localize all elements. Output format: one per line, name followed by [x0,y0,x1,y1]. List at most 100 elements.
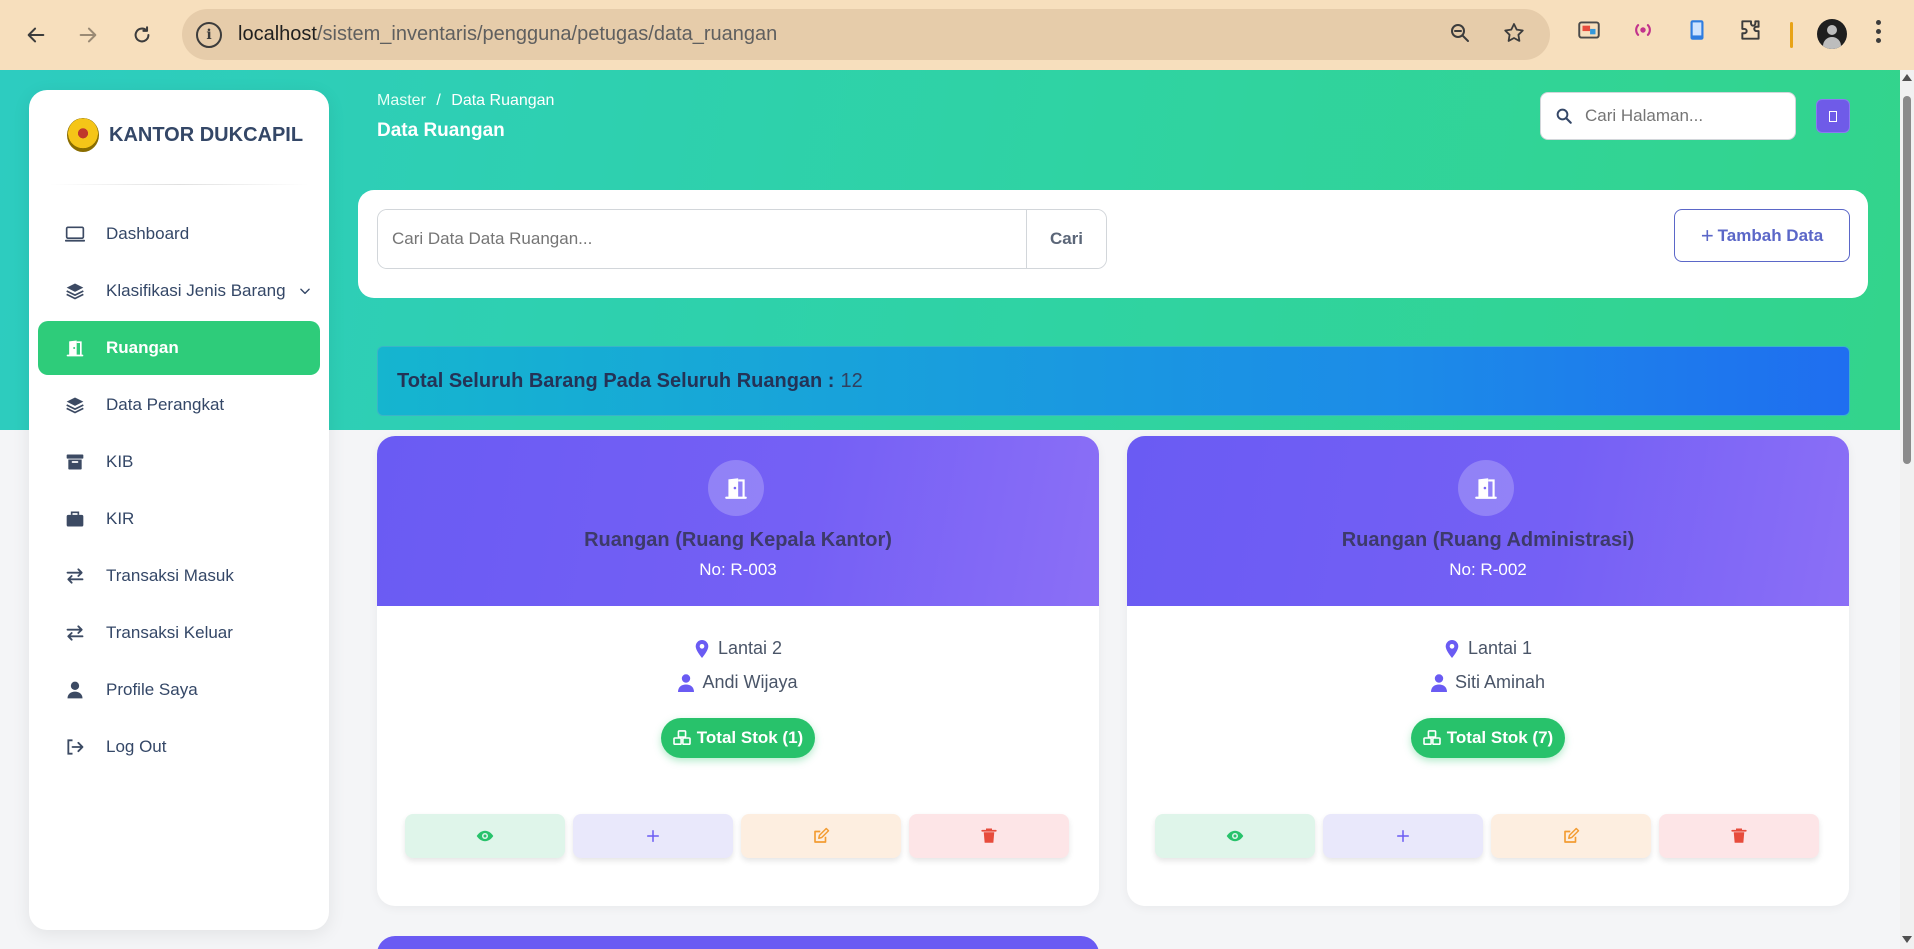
scroll-down-icon[interactable] [1902,936,1912,943]
sidebar-item-label: Transaksi Keluar [106,623,233,642]
page-search-input[interactable] [1585,106,1765,126]
plus-icon [647,830,659,842]
user-icon [1430,673,1447,692]
room-card-header: Ruangan (Ruang Administrasi) No: R-002 [1127,436,1849,606]
cast-extension-icon[interactable] [1576,17,1602,43]
edit-icon [1564,827,1580,843]
reload-icon[interactable] [120,13,164,57]
edit-icon [814,827,830,843]
forward-icon[interactable] [66,13,110,57]
page-search[interactable] [1540,92,1796,140]
scrollbar-thumb[interactable] [1903,96,1911,464]
delete-button[interactable] [909,814,1069,858]
sidebar-item-kir[interactable]: KIR [38,492,320,546]
brand[interactable]: KANTOR DUKCAPIL [67,118,303,152]
address-bar[interactable]: i localhost/sistem_inventaris/pengguna/p… [182,9,1550,60]
header-action-button[interactable] [1816,99,1850,133]
sidebar-item-label: Klasifikasi Jenis Barang [106,281,286,300]
room-floor: Lantai 1 [1127,638,1849,659]
square-icon [1829,110,1837,122]
sidebar-item-transaksi-masuk[interactable]: Transaksi Masuk [38,549,320,603]
logout-icon [64,736,86,758]
briefcase-icon [64,508,86,530]
monitor-icon [64,223,86,245]
door-icon [64,337,86,359]
sidebar-menu: Dashboard Klasifikasi Jenis Barang Ruang… [38,207,320,777]
room-floor-text: Lantai 1 [1467,638,1533,658]
bookmark-star-icon[interactable] [1502,21,1526,45]
page-scrollbar[interactable] [1900,70,1914,949]
total-stock-button[interactable]: Total Stok (7) [1411,718,1565,758]
plus-icon: + [1700,222,1714,248]
room-person-text: Siti Aminah [1454,672,1546,692]
sidebar-item-klasifikasi[interactable]: Klasifikasi Jenis Barang [38,264,320,318]
room-search-group: Cari [377,209,1107,269]
room-title: Ruangan (Ruang Administrasi) [1341,529,1635,551]
user-icon [64,679,86,701]
sidebar-divider [49,184,309,185]
brand-name: KANTOR DUKCAPIL [109,123,304,146]
room-card-partial [377,936,1099,949]
breadcrumb-root[interactable]: Master [377,92,426,109]
sidebar-item-kib[interactable]: KIB [38,435,320,489]
room-person-text: Andi Wijaya [702,672,798,692]
user-icon [678,673,695,692]
room-card: Ruangan (Ruang Kepala Kantor) No: R-003 … [377,436,1099,906]
edit-button[interactable] [741,814,901,858]
trash-icon [981,828,997,843]
sidebar-item-label: KIR [106,509,135,528]
site-info-icon[interactable]: i [196,21,222,48]
sidebar-item-transaksi-keluar[interactable]: Transaksi Keluar [38,606,320,660]
view-button[interactable] [1155,814,1315,858]
search-button[interactable]: Cari [1026,210,1106,268]
phone-extension-icon[interactable] [1684,17,1710,43]
broadcast-extension-icon[interactable] [1630,17,1656,43]
sidebar-item-data-perangkat[interactable]: Data Perangkat [38,378,320,432]
sidebar-item-label: KIB [106,452,134,471]
cubes-icon [672,730,691,746]
puzzle-extensions-icon[interactable] [1738,17,1764,43]
sidebar-item-label: Profile Saya [106,680,198,699]
back-icon[interactable] [14,13,58,57]
add-item-button[interactable] [1323,814,1483,858]
brand-logo [67,118,99,152]
sidebar: KANTOR DUKCAPIL Dashboard Klasifikasi Je… [29,90,329,930]
url-path: /sistem_inventaris/pengguna/petugas/data… [316,23,778,45]
add-item-button[interactable] [573,814,733,858]
profile-avatar[interactable] [1817,19,1847,49]
browser-menu-icon[interactable] [1876,20,1882,43]
delete-button[interactable] [1659,814,1819,858]
scroll-up-icon[interactable] [1902,74,1912,81]
zoom-icon[interactable] [1448,21,1472,45]
add-data-button[interactable]: + Tambah Data [1674,209,1850,262]
total-stock-label: Total Stok (1) [696,728,804,747]
room-title: Ruangan (Ruang Kepala Kantor) [584,529,892,551]
view-button[interactable] [405,814,565,858]
total-items-label: Total Seluruh Barang Pada Seluruh Ruanga… [397,369,835,392]
sidebar-item-dashboard[interactable]: Dashboard [38,207,320,261]
page-title: Data Ruangan [377,120,505,141]
room-number: No: R-002 [1449,560,1527,579]
room-search-input[interactable] [378,210,1026,268]
trash-icon [1731,828,1747,843]
search-icon [1556,108,1572,124]
sidebar-item-label: Log Out [106,737,167,756]
toolbar-divider [1790,22,1793,48]
door-icon [1458,460,1514,516]
total-items-banner: Total Seluruh Barang Pada Seluruh Ruanga… [377,346,1850,416]
room-person: Siti Aminah [1127,672,1849,693]
page: KANTOR DUKCAPIL Dashboard Klasifikasi Je… [0,70,1914,949]
total-stock-button[interactable]: Total Stok (1) [661,718,815,758]
cubes-icon [1422,730,1441,746]
sidebar-item-profile[interactable]: Profile Saya [38,663,320,717]
room-actions [405,814,1069,858]
room-number: No: R-003 [699,560,777,579]
exchange-icon [64,622,86,644]
sidebar-item-ruangan[interactable]: Ruangan [38,321,320,375]
plus-icon [1397,830,1409,842]
sidebar-item-logout[interactable]: Log Out [38,720,320,774]
eye-icon [1226,830,1244,842]
browser-toolbar: i localhost/sistem_inventaris/pengguna/p… [0,0,1914,70]
eye-icon [476,830,494,842]
edit-button[interactable] [1491,814,1651,858]
